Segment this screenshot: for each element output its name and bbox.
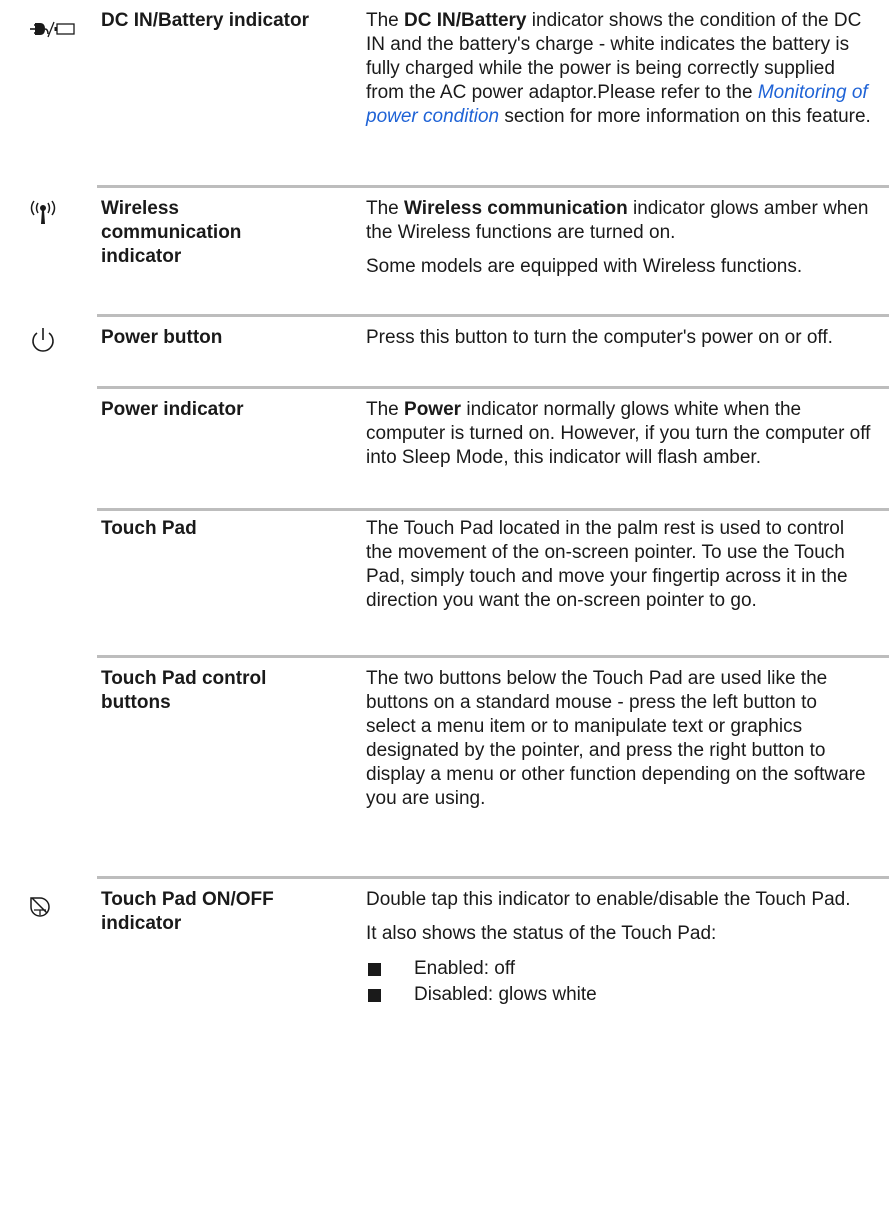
power-icon bbox=[28, 326, 84, 366]
divider bbox=[97, 314, 889, 317]
term-touch-pad: Touch Pad bbox=[101, 518, 197, 539]
status-list: Enabled: off Disabled: glows white bbox=[366, 956, 871, 1008]
term-power-indicator: Power indicator bbox=[101, 399, 244, 420]
list-item: Disabled: glows white bbox=[366, 982, 871, 1008]
divider bbox=[97, 876, 889, 879]
list-item: Enabled: off bbox=[366, 956, 871, 982]
desc-touch-pad-onoff: Double tap this indicator to enable/disa… bbox=[366, 888, 871, 1008]
touchpad-icon bbox=[28, 893, 84, 933]
divider bbox=[97, 655, 889, 658]
term-power-button: Power button bbox=[101, 327, 223, 348]
desc-power-button: Press this button to turn the computer's… bbox=[366, 327, 833, 348]
dc-in-battery-icon bbox=[28, 18, 84, 58]
term-touch-pad-onoff: Touch Pad ON/OFF indicator bbox=[101, 889, 274, 934]
desc-wireless: The Wireless communication indicator glo… bbox=[366, 198, 869, 277]
term-touch-pad-buttons: Touch Pad control buttons bbox=[101, 668, 267, 713]
desc-dc-in-battery: The DC IN/Battery indicator shows the co… bbox=[366, 10, 871, 127]
wireless-icon bbox=[28, 200, 84, 240]
divider bbox=[97, 386, 889, 389]
desc-touch-pad-buttons: The two buttons below the Touch Pad are … bbox=[366, 668, 866, 809]
desc-power-indicator: The Power indicator normally glows white… bbox=[366, 399, 871, 468]
term-wireless: Wireless communication indicator bbox=[101, 198, 242, 267]
term-dc-in-battery: DC IN/Battery indicator bbox=[101, 10, 309, 31]
bullet-square bbox=[368, 963, 381, 976]
desc-touch-pad: The Touch Pad located in the palm rest i… bbox=[366, 518, 848, 611]
bullet-square bbox=[368, 989, 381, 1002]
divider bbox=[97, 185, 889, 188]
divider bbox=[97, 508, 889, 511]
